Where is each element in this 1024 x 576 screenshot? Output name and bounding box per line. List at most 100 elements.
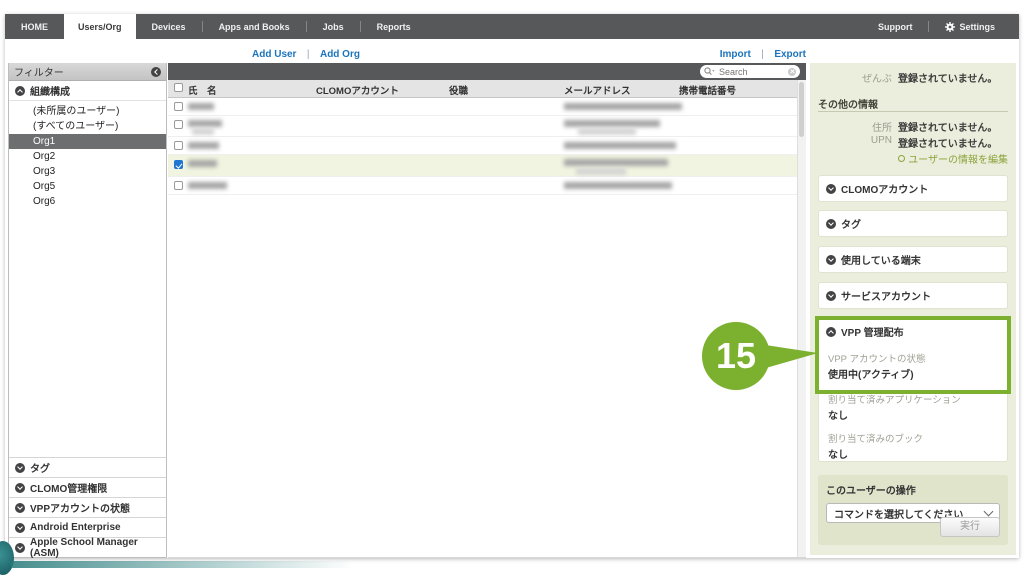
chevron-down-icon [15, 543, 25, 553]
sidebar-section-android-enterprise[interactable]: Android Enterprise [9, 517, 166, 537]
execute-button[interactable]: 実行 [940, 517, 1000, 537]
section-label: CLOMO管理権限 [30, 480, 107, 495]
chevron-up-icon [826, 327, 836, 337]
accordion-label: CLOMOアカウント [841, 181, 928, 196]
vpp-title: VPP 管理配布 [841, 324, 904, 339]
accordion-label: タグ [841, 216, 861, 231]
chevron-down-icon [826, 219, 836, 229]
search-box[interactable] [700, 65, 800, 78]
collapse-sidebar-icon[interactable] [151, 67, 161, 77]
org-item-org2[interactable]: Org2 [9, 149, 166, 164]
accordion-label: サービスアカウント [841, 288, 931, 303]
column-email[interactable]: メールアドレス [564, 83, 631, 97]
field-value-upn: 登録されていません。 [898, 135, 997, 150]
search-input[interactable] [717, 66, 788, 78]
redacted-email [564, 182, 672, 189]
table-row[interactable] [168, 116, 806, 137]
row-checkbox[interactable] [174, 102, 183, 111]
add-user-link[interactable]: Add User [252, 49, 296, 60]
row-checkbox[interactable] [174, 120, 183, 129]
tab-devices[interactable]: Devices [136, 14, 202, 39]
gear-icon [945, 22, 955, 32]
accordion-service-account[interactable]: サービスアカウント [818, 282, 1008, 309]
row-checkbox[interactable] [174, 141, 183, 150]
column-name[interactable]: 氏 名 [188, 83, 217, 97]
redacted-text [576, 168, 626, 175]
link-divider: | [761, 49, 764, 60]
org-item-unassigned[interactable]: (未所属のユーザー) [9, 104, 166, 119]
tab-users-org[interactable]: Users/Org [64, 14, 136, 40]
vpp-section-header[interactable]: VPP 管理配布 [819, 319, 1007, 344]
settings-button[interactable]: Settings [929, 14, 1011, 39]
settings-label: Settings [959, 22, 995, 32]
sidebar-section-tags[interactable]: タグ [9, 457, 166, 477]
row-checkbox[interactable] [174, 181, 183, 190]
org-item-org6[interactable]: Org6 [9, 194, 166, 209]
tab-reports[interactable]: Reports [361, 14, 427, 39]
accordion-tags[interactable]: タグ [818, 210, 1008, 237]
column-mobile[interactable]: 携帯電話番号 [679, 83, 736, 97]
filter-title: フィルター [14, 64, 151, 79]
field-label-address: 住所 [810, 119, 892, 134]
accordion-clomo-account[interactable]: CLOMOアカウント [818, 175, 1008, 202]
sidebar-section-asm[interactable]: Apple School Manager (ASM) [9, 537, 166, 557]
scrollbar-thumb[interactable] [799, 82, 804, 137]
support-link[interactable]: Support [862, 14, 929, 39]
filter-sidebar: フィルター 組織構成 (未所属のユーザー) (すべてのユーザー) Org1 Or… [8, 63, 167, 558]
table-row[interactable] [168, 98, 806, 116]
redacted-email [564, 142, 676, 149]
user-table: 氏 名 CLOMOアカウント 役職 メールアドレス 携帯電話番号 [168, 63, 806, 558]
search-icon [704, 67, 715, 76]
column-clomo-account[interactable]: CLOMOアカウント [316, 83, 399, 97]
redacted-email [564, 159, 668, 166]
tab-jobs[interactable]: Jobs [307, 14, 360, 39]
org-item-org1[interactable]: Org1 [9, 134, 166, 149]
operations-title: このユーザーの操作 [826, 482, 1000, 497]
sidebar-section-vpp-status[interactable]: VPPアカウントの状態 [9, 497, 166, 517]
chevron-down-icon [984, 507, 994, 517]
edit-user-link[interactable]: ユーザーの情報を編集 [898, 151, 1008, 166]
row-checkbox-checked[interactable] [174, 160, 183, 169]
org-item-all[interactable]: (すべてのユーザー) [9, 119, 166, 134]
chevron-down-icon [826, 184, 836, 194]
table-row-selected[interactable] [168, 155, 806, 177]
field-label-all: ぜんぶ [810, 70, 892, 85]
chevron-down-icon [15, 463, 25, 473]
org-structure-label: 組織構成 [30, 83, 70, 98]
user-operations-box: このユーザーの操作 コマンドを選択してください 実行 [818, 475, 1008, 545]
annotation-badge-15: 15 [697, 318, 823, 396]
chevron-up-icon [15, 86, 25, 96]
tab-home[interactable]: HOME [5, 14, 64, 39]
chevron-down-icon [826, 255, 836, 265]
table-row[interactable] [168, 177, 806, 195]
vpp-status-label: VPP アカウントの状態 [819, 351, 1007, 365]
edit-icon [898, 155, 905, 162]
field-value-all: 登録されていません。 [898, 70, 997, 85]
field-value-address: 登録されていません。 [898, 119, 997, 134]
export-link[interactable]: Export [774, 49, 806, 60]
redacted-name [188, 120, 222, 127]
chevron-down-icon [15, 523, 25, 533]
tab-apps-and-books[interactable]: Apps and Books [203, 14, 306, 39]
table-row[interactable] [168, 137, 806, 155]
import-link[interactable]: Import [720, 49, 751, 60]
redacted-name [188, 103, 214, 110]
org-item-org5[interactable]: Org5 [9, 179, 166, 194]
add-org-link[interactable]: Add Org [320, 49, 360, 60]
vpp-apps-label: 割り当て済みアプリケーション [819, 392, 1007, 406]
section-label: Apple School Manager (ASM) [30, 537, 160, 559]
org-item-org3[interactable]: Org3 [9, 164, 166, 179]
accordion-devices-in-use[interactable]: 使用している端末 [818, 246, 1008, 273]
top-nav: HOME Users/Org Devices Apps and Books Jo… [5, 14, 1019, 39]
vpp-apps-value: なし [819, 406, 1007, 422]
vpp-managed-distribution-card: VPP 管理配布 VPP アカウントの状態 使用中(アクティブ) 割り当て済みア… [818, 318, 1008, 462]
select-all-checkbox[interactable] [174, 83, 183, 92]
section-label: Android Enterprise [30, 522, 121, 533]
sidebar-section-clomo-admin[interactable]: CLOMO管理権限 [9, 477, 166, 497]
org-structure-section[interactable]: 組織構成 [9, 81, 166, 101]
column-role[interactable]: 役職 [449, 83, 468, 97]
divider [818, 111, 1008, 112]
annotation-number: 15 [716, 335, 756, 376]
clear-search-icon[interactable] [788, 68, 796, 76]
redacted-text [578, 128, 636, 135]
